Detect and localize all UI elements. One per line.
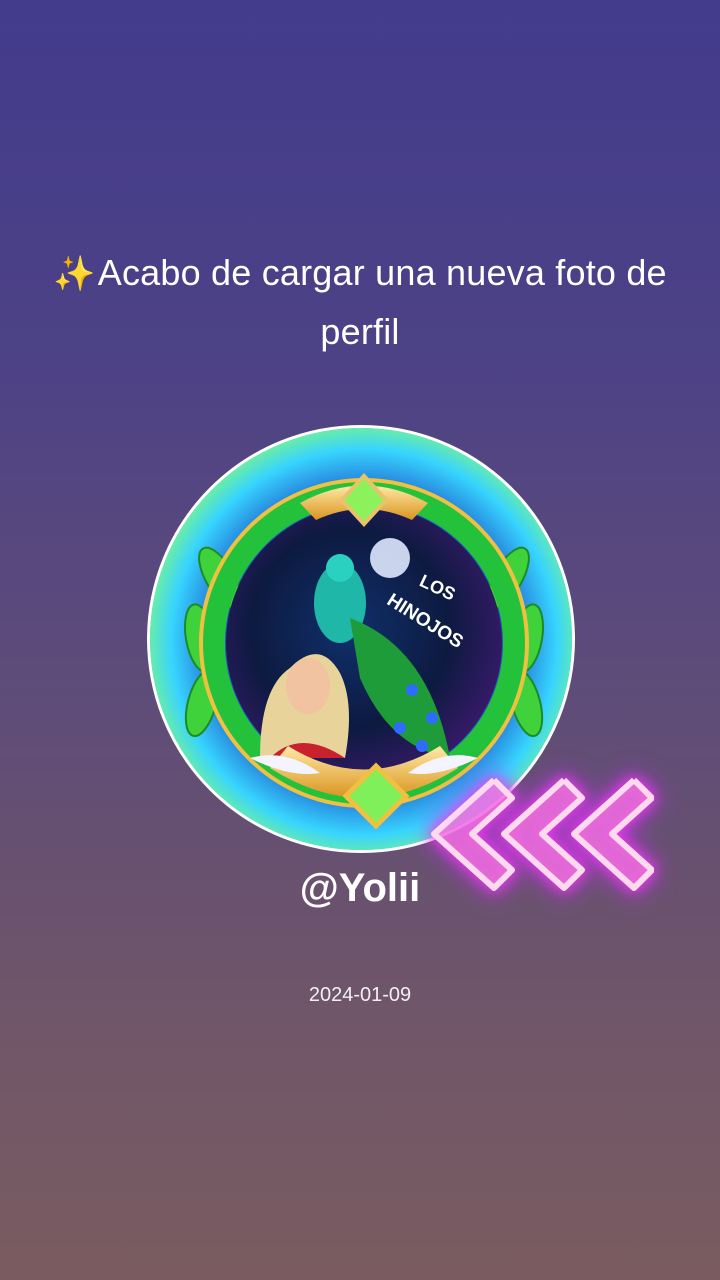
sparkles-icon: ✨ <box>53 255 96 293</box>
post-headline: ✨Acabo de cargar una nueva foto de perfi… <box>40 244 680 361</box>
post-date: 2024-01-09 <box>308 984 412 1006</box>
headline-text: Acabo de cargar una nueva foto de perfil <box>97 252 667 352</box>
username[interactable]: @Yolii <box>0 866 720 911</box>
